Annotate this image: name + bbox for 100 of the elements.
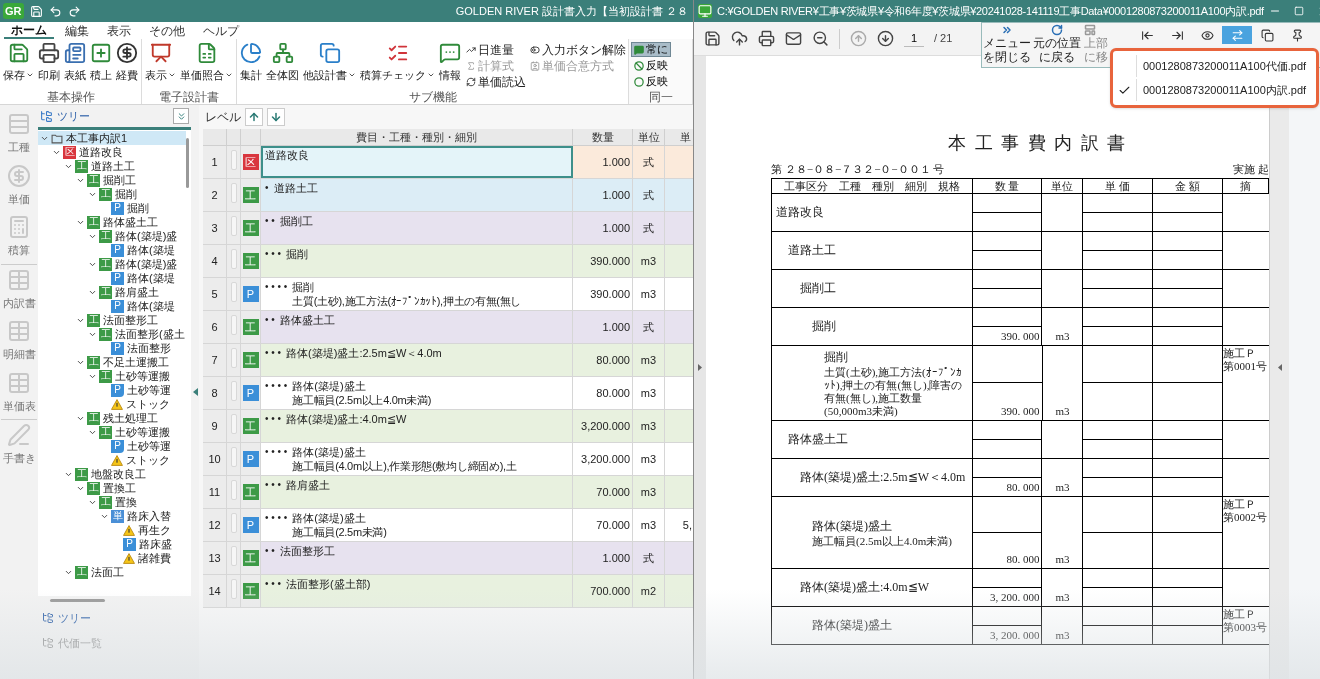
mail-icon[interactable] [785, 30, 802, 47]
tree-item[interactable]: 工 掘削 [38, 187, 186, 201]
maximize-icon[interactable] [1293, 6, 1304, 16]
ribbon-tab[interactable]: 表示 [100, 23, 138, 39]
redo-icon[interactable] [67, 4, 81, 18]
ribbon-button[interactable]: 経費 [115, 42, 139, 84]
row-handle[interactable] [230, 183, 237, 203]
ribbon-button[interactable]: 全体図 [265, 42, 300, 84]
tree-item[interactable]: 単 路床入替 [38, 509, 186, 523]
ribbon-option-button[interactable]: 反映 [631, 58, 671, 73]
row-handle[interactable] [230, 348, 237, 368]
name-cell[interactable]: • • • • 路体(築堤)盛土 施工幅員(2.5m以上4.0m未満) [261, 377, 573, 409]
collapse-arrow-icon[interactable] [192, 388, 198, 396]
ribbon-button[interactable]: 情報 [438, 42, 462, 84]
tree-item[interactable]: P 土砂等運 [38, 383, 186, 397]
name-cell[interactable]: • • • 路体(築堤)盛土:2.5m≦W＜4.0m [261, 344, 573, 376]
row-handle[interactable] [230, 282, 237, 302]
row-handle[interactable] [230, 480, 237, 500]
tree-item[interactable]: P 路床盛 [38, 537, 186, 551]
tree-item[interactable]: 工 土砂等運搬 [38, 369, 186, 383]
tree-item[interactable]: 工 道路土工 [38, 159, 186, 173]
tree-item[interactable]: 区 道路改良 [38, 145, 186, 159]
row-handle[interactable] [230, 447, 237, 467]
ribbon-button[interactable]: 積算チェック [359, 42, 436, 84]
side-nav-button[interactable]: 明細書 [1, 316, 37, 366]
tree-item[interactable]: P 法面整形 [38, 341, 186, 355]
level-down-button[interactable] [267, 108, 285, 126]
tree-item[interactable]: 本工事内訳1 [38, 131, 186, 145]
tree-item[interactable]: 工 置換 [38, 495, 186, 509]
ribbon-button[interactable]: 単価照合 [179, 42, 234, 84]
name-cell[interactable]: 道路改良 [261, 146, 573, 178]
name-cell[interactable]: • • • • 路体(築堤)盛土 施工幅員(2.5m未満) [261, 509, 573, 541]
tree-item[interactable]: 工 法面整形(盛土 [38, 327, 186, 341]
ribbon-small-button[interactable]: 単価読込 [466, 74, 526, 89]
tree-item[interactable]: 工 路体盛土工 [38, 215, 186, 229]
ribbon-tab[interactable]: 編集 [58, 23, 96, 39]
level-up-button[interactable] [245, 108, 263, 126]
tree-item[interactable]: P 土砂等運 [38, 439, 186, 453]
row-handle[interactable] [230, 381, 237, 401]
name-cell[interactable]: • • • 掘削 [261, 245, 573, 277]
page-field[interactable]: 1 [904, 29, 924, 48]
row-handle[interactable] [230, 315, 237, 335]
tree-item[interactable]: 工 地盤改良工 [38, 467, 186, 481]
row-handle[interactable] [230, 414, 237, 434]
file-menu-item[interactable]: 0001280873200011A100内訳.pdf [1113, 78, 1316, 102]
ribbon-tab[interactable]: その他 [142, 23, 192, 39]
ribbon-button[interactable]: 表示 [144, 42, 177, 84]
undo-icon[interactable] [48, 4, 62, 18]
ribbon-tab[interactable]: ヘルプ [196, 23, 246, 39]
side-nav-button[interactable]: 積算 [1, 212, 37, 262]
ribbon-button[interactable]: 集計 [239, 42, 263, 84]
tree-item[interactable]: P 路体(築堤 [38, 243, 186, 257]
name-cell[interactable]: • • • 路肩盛土 [261, 476, 573, 508]
menu-tool-button[interactable]: 元の位置 に戻る [1032, 23, 1082, 64]
save-icon[interactable] [704, 30, 721, 47]
zoom-out-icon[interactable] [812, 30, 829, 47]
tree-item[interactable]: 工 掘削工 [38, 173, 186, 187]
row-handle[interactable] [230, 513, 237, 533]
menu-tool-button[interactable]: メニュー を閉じる [982, 23, 1032, 64]
row-handle[interactable] [230, 216, 237, 236]
tree-item[interactable]: 工 法面整形工 [38, 313, 186, 327]
cloud-upload-icon[interactable] [731, 30, 748, 47]
ribbon-button[interactable]: 表紙 [63, 42, 87, 84]
name-cell[interactable]: • • 法面整形工 [261, 542, 573, 574]
name-cell[interactable]: • • 掘削工 [261, 212, 573, 244]
name-cell[interactable]: • • 路体盛土工 [261, 311, 573, 343]
tree-item[interactable]: 再生ク [38, 523, 186, 537]
name-cell[interactable]: • 道路土工 [261, 179, 573, 211]
tree-item[interactable]: 工 置換工 [38, 481, 186, 495]
side-nav-button[interactable]: 手書き [1, 419, 37, 470]
tree-item[interactable]: P 掘削 [38, 201, 186, 215]
row-handle[interactable] [230, 150, 237, 170]
tree-item[interactable]: 工 法面工 [38, 565, 186, 579]
tree-item[interactable]: 工 残土処理工 [38, 411, 186, 425]
row-handle[interactable] [230, 546, 237, 566]
side-nav-button[interactable]: 工種 [1, 109, 37, 159]
scrollbar[interactable] [186, 138, 189, 188]
tree-item[interactable]: 工 路肩盛土 [38, 285, 186, 299]
collapse-arrow-icon[interactable] [1277, 364, 1282, 371]
name-cell[interactable]: • • • • 路体(築堤)盛土 施工幅員(4.0m以上),作業形態(敷均し締固め),土 [261, 443, 573, 475]
tree-item[interactable]: 工 路体(築堤)盛 [38, 229, 186, 243]
side-nav-button[interactable]: 内訳書 [1, 263, 37, 314]
ribbon-option-button[interactable]: 常に [631, 42, 671, 57]
ribbon-small-button[interactable]: 日進量 [466, 42, 526, 57]
name-cell[interactable]: • • • 法面整形(盛土部) [261, 575, 573, 607]
row-handle[interactable] [230, 579, 237, 599]
next-page-icon[interactable] [877, 30, 894, 47]
tree-item[interactable]: 諸雑費 [38, 551, 186, 565]
ribbon-button[interactable]: 積上 [89, 42, 113, 84]
name-cell[interactable]: • • • • 掘削 土質(土砂),施工方法(ｵｰﾌﾟﾝｶｯﾄ),押土の有無(無し [261, 278, 573, 310]
side-nav-button[interactable]: 単価表 [1, 367, 37, 417]
printer-icon[interactable] [758, 30, 775, 47]
ribbon-button[interactable]: 保存 [2, 42, 35, 84]
tree-item[interactable]: 工 路体(築堤)盛 [38, 257, 186, 271]
tree-item[interactable]: P 路体(築堤 [38, 271, 186, 285]
name-cell[interactable]: • • • 路体(築堤)盛土:4.0m≦W [261, 410, 573, 442]
ribbon-option-button[interactable]: 反映 [631, 74, 671, 89]
tree-item[interactable]: 工 不足土運搬工 [38, 355, 186, 369]
ribbon-button[interactable]: 印刷 [37, 42, 61, 84]
side-nav-button[interactable]: 単価 [1, 160, 37, 210]
